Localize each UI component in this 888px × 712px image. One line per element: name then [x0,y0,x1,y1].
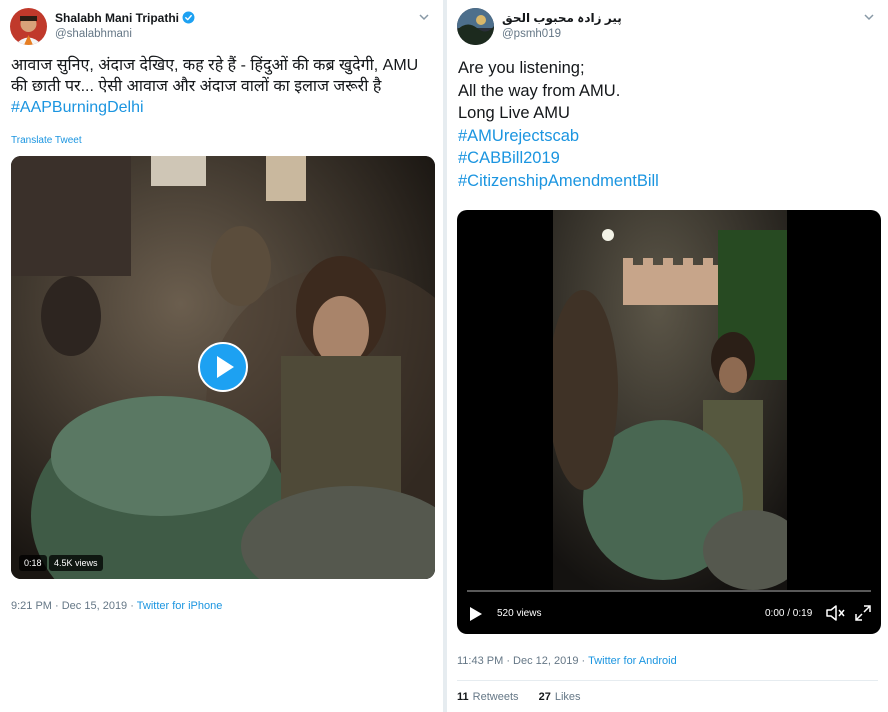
tweet-timestamp-row: 11:43 PM · Dec 12, 2019 · Twitter for An… [457,655,677,667]
avatar[interactable] [457,8,494,45]
tweet-text: Are you listening; All the way from AMU.… [458,57,878,192]
tweet-timestamp-row: 9:21 PM · Dec 15, 2019 · Twitter for iPh… [11,600,222,612]
video-views: 520 views [497,608,542,619]
tweet-source-link[interactable]: Twitter for iPhone [137,600,223,612]
video-frame [553,210,787,590]
volume-muted-icon[interactable] [825,604,845,622]
tweet-card-left: Shalabh Mani Tripathi @shalabhmani आवाज … [0,0,443,712]
tweet-timestamp[interactable]: 11:43 PM · Dec 12, 2019 · [457,655,588,667]
author-handle[interactable]: @psmh019 [502,28,561,40]
video-player[interactable]: 520 views 0:00 / 0:19 [457,210,881,634]
chevron-down-icon[interactable] [862,10,876,24]
fullscreen-icon[interactable] [854,604,872,622]
tweet-text-line: आवाज सुनिए, अंदाज देखिए, कह रहे हैं - हि… [11,57,419,74]
tweet-text-line: All the way from AMU. [458,81,621,100]
tweet-stats: 11 Retweets 27 Likes [457,680,878,703]
verified-badge-icon [182,11,195,24]
tweet-timestamp[interactable]: 9:21 PM · Dec 15, 2019 · [11,600,137,612]
video-player[interactable]: 0:18 4.5K views [11,156,435,579]
author-name-row[interactable]: Shalabh Mani Tripathi [55,11,195,25]
tweet-text: आवाज सुनिए, अंदाज देखिए, कह रहे हैं - हि… [11,55,433,118]
tweet-text-line: Are you listening; [458,59,585,77]
tweet-source-link[interactable]: Twitter for Android [588,655,677,667]
author-name[interactable]: Shalabh Mani Tripathi [55,11,179,25]
likes-count: 27 [538,691,551,703]
retweets-count: 11 [457,691,469,703]
tweet-text-line: की छाती पर... ऐसी आवाज और अंदाज वालों का… [11,78,382,95]
video-time: 0:00 / 0:19 [765,608,813,619]
play-icon[interactable] [198,342,248,392]
likes-stat[interactable]: 27 Likes [539,691,581,703]
tweet-header: پیر زادہ محبوب الحق @psmh019 [457,8,878,48]
video-duration-badge: 0:18 [19,555,47,571]
translate-tweet-link[interactable]: Translate Tweet [11,135,82,146]
hashtag-link[interactable]: #CABBill2019 [458,147,878,170]
play-icon[interactable] [469,606,483,622]
hashtag-link[interactable]: #CitizenshipAmendmentBill [458,170,878,193]
tweet-card-right: پیر زادہ محبوب الحق @psmh019 Are you lis… [447,0,888,712]
author-name[interactable]: پیر زادہ محبوب الحق [502,11,622,25]
retweets-stat[interactable]: 11 Retweets [457,691,519,703]
retweets-label: Retweets [472,691,519,703]
video-views-badge: 4.5K views [49,555,103,571]
video-progress-bar[interactable] [467,590,871,592]
hashtag-link[interactable]: #AAPBurningDelhi [11,97,433,118]
hashtag-link[interactable]: #AMUrejectscab [458,125,878,148]
tweet-text-line: Long Live AMU [458,104,570,122]
avatar[interactable] [10,8,47,45]
chevron-down-icon[interactable] [417,10,431,24]
likes-label: Likes [554,691,581,703]
tweet-header: Shalabh Mani Tripathi @shalabhmani [10,8,433,48]
video-controls: 520 views 0:00 / 0:19 [457,590,881,634]
author-handle[interactable]: @shalabhmani [55,28,132,40]
